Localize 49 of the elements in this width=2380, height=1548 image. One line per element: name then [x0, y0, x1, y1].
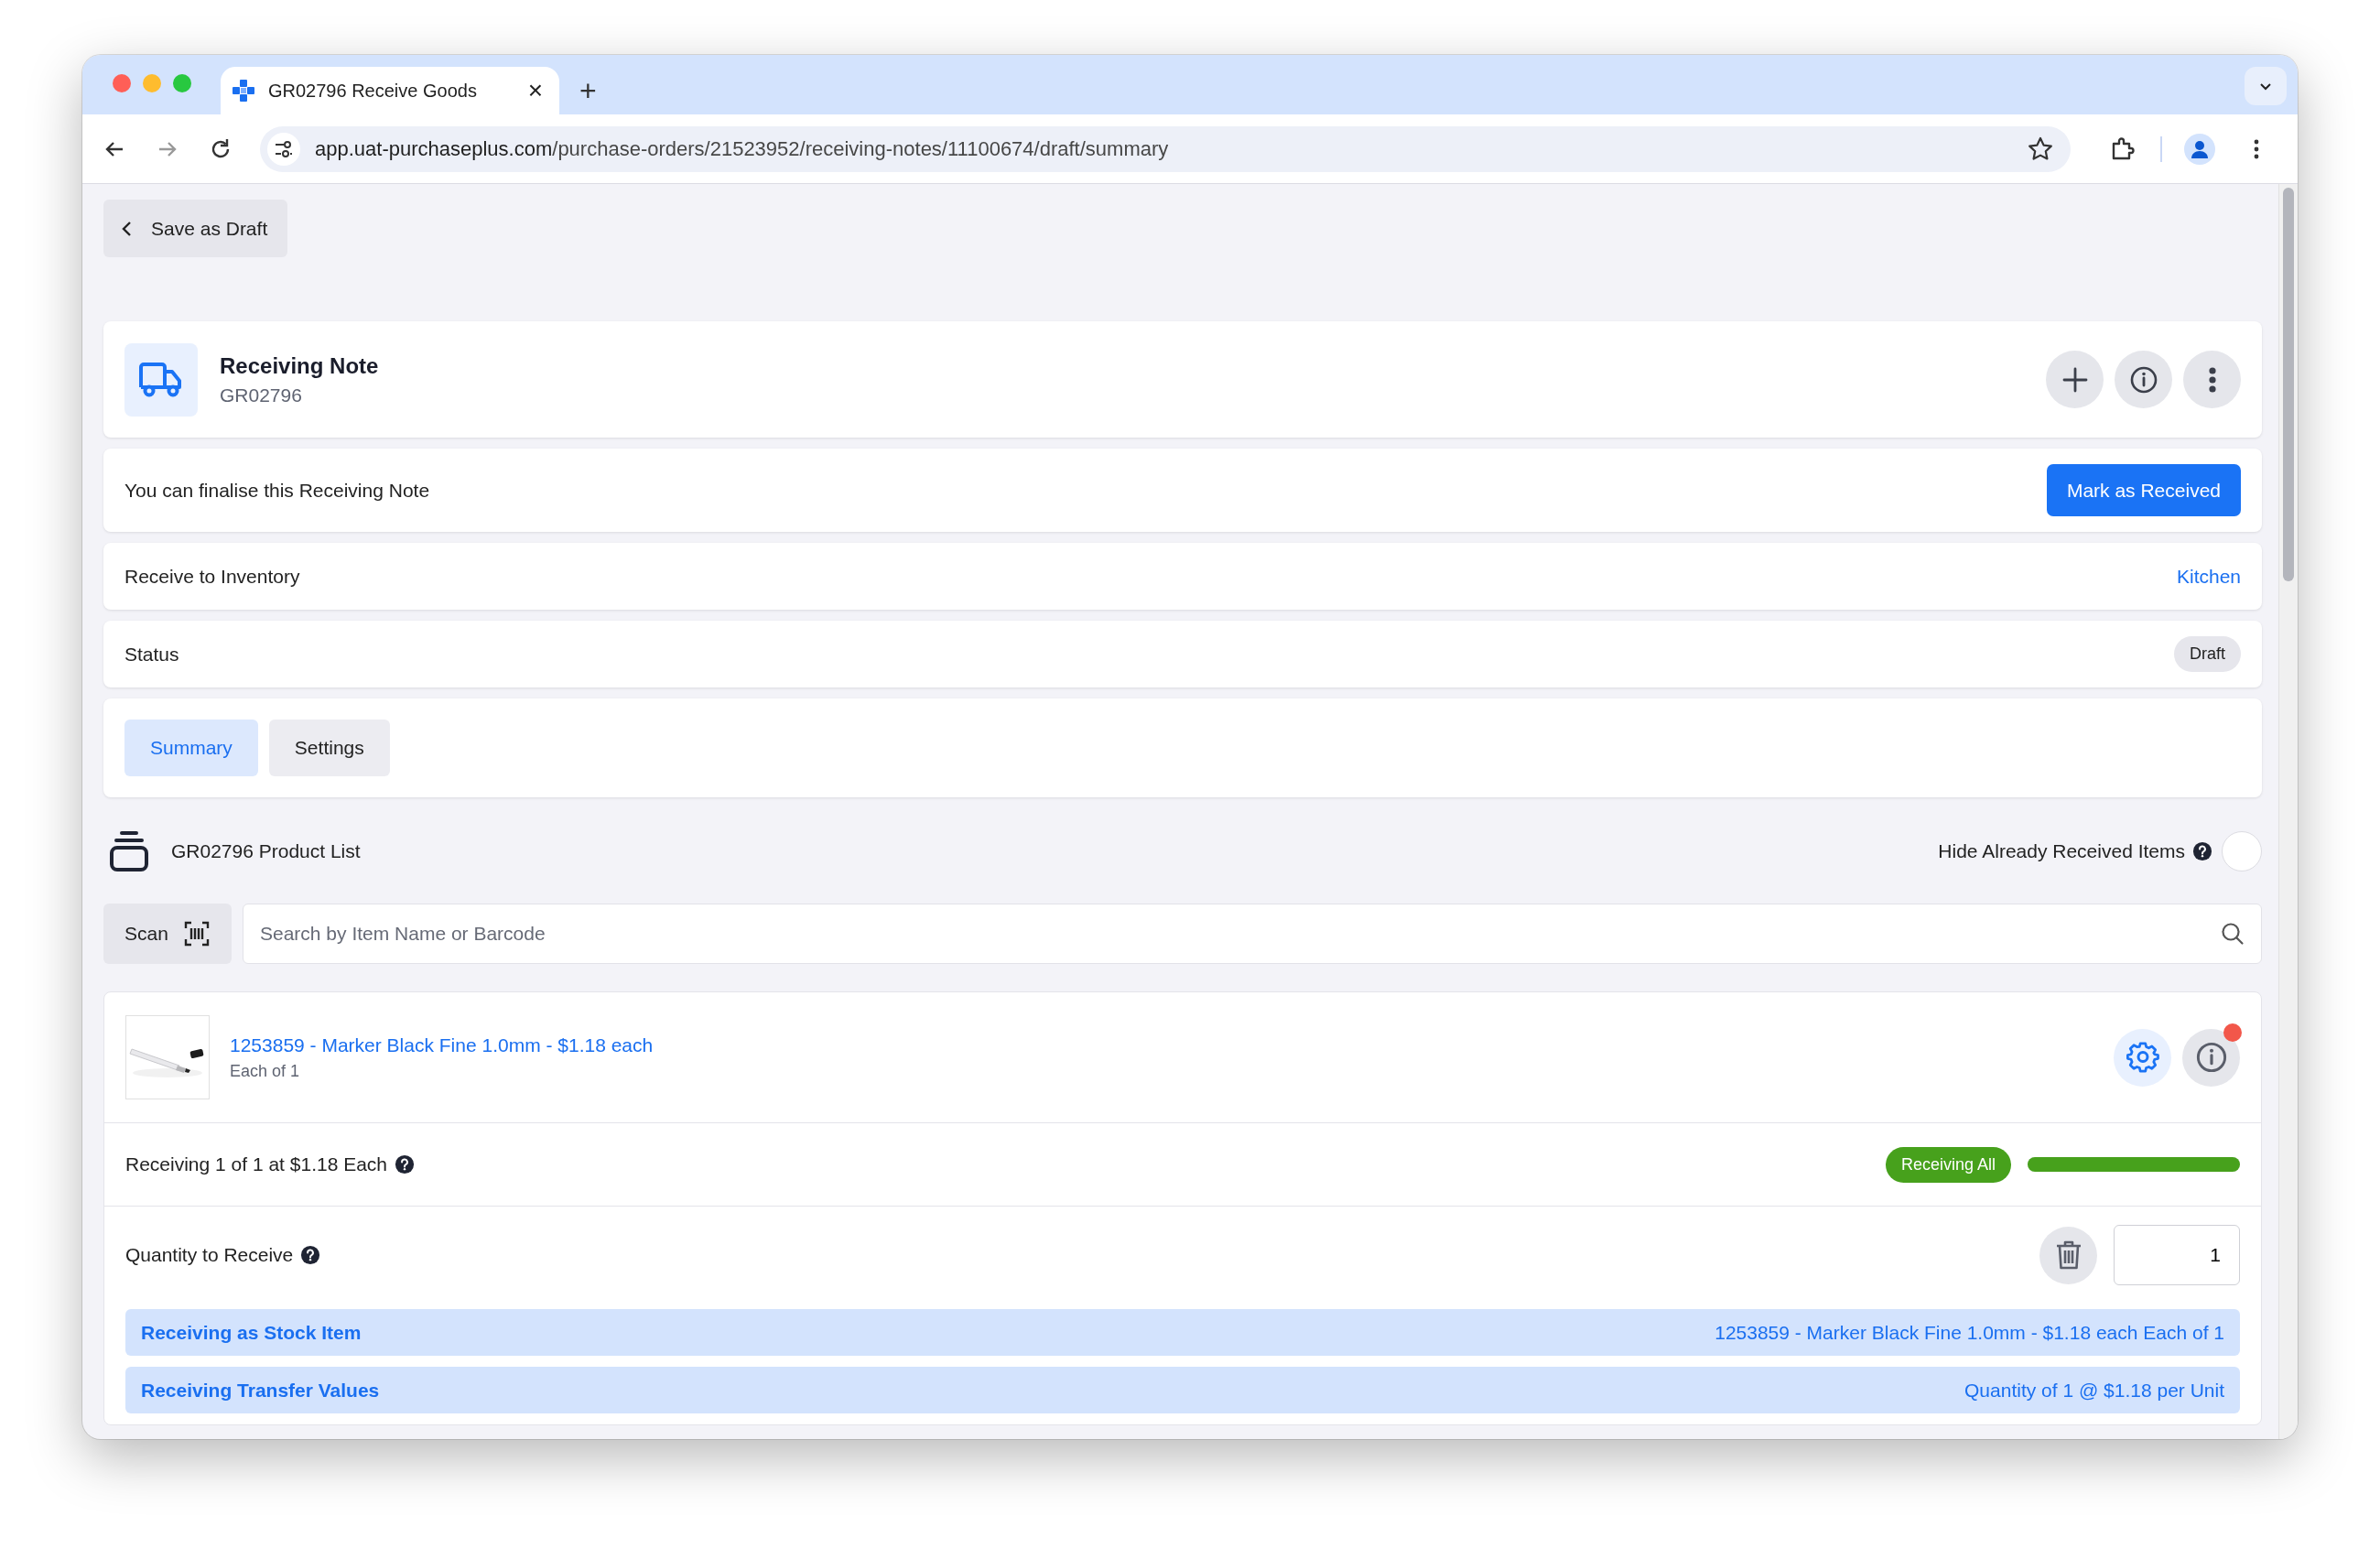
info-banner-value: Quantity of 1 @ $1.18 per Unit [1964, 1379, 2224, 1402]
menu-icon [2208, 365, 2216, 394]
stacked-box-icon [109, 830, 149, 872]
close-tab-button[interactable]: × [527, 78, 543, 103]
url-text: app.uat-purchaseplus.com/purchase-orders/21523952/receiving-notes/11100674/draft/summary [315, 136, 1170, 161]
note-number: GR02796 [220, 384, 303, 406]
page-title: Receiving Note [220, 352, 380, 379]
tab-title: GR02796 Receive Goods [268, 80, 478, 102]
trash-icon [2054, 1239, 2082, 1271]
receiving-status-badge: Receiving All [1885, 1146, 2011, 1183]
person-icon [2190, 138, 2210, 159]
help-icon [2192, 841, 2212, 861]
gear-icon [2126, 1041, 2159, 1074]
hide-received-label: Hide Already Received Items [1938, 840, 2185, 862]
quantity-input[interactable]: 1 [2114, 1225, 2240, 1285]
receiving-summary: Receiving 1 of 1 at $1.18 Each [125, 1153, 388, 1175]
help-icon [300, 1245, 321, 1265]
app-logo-icon [232, 79, 255, 103]
info-banner-value: 1253859 - Marker Black Fine 1.0mm - $1.18 each Each of 1 [1715, 1321, 2224, 1344]
new-tab-button[interactable]: + [579, 76, 597, 105]
unit-text: Each of 1 [230, 1061, 301, 1081]
profile-avatar[interactable] [2184, 133, 2215, 165]
star-icon [2027, 135, 2054, 163]
tab[interactable]: Settings [268, 720, 390, 776]
barcode-scan-icon [182, 920, 211, 947]
scrollbar[interactable] [2278, 184, 2298, 1439]
info-banner-label: Receiving Transfer Values [141, 1379, 380, 1402]
mark-as-received-button[interactable]: Mark as Received [2046, 464, 2241, 516]
product-list-title: GR02796 Product List [171, 840, 362, 862]
toggle-switch[interactable] [2222, 831, 2262, 871]
save-as-draft-button[interactable]: Save as Draft [103, 200, 288, 257]
status-label: Status [124, 643, 179, 666]
quantity-label: Quantity to Receive [125, 1244, 294, 1266]
scrollbar-thumb[interactable] [2283, 188, 2294, 581]
status-badge: Draft [2174, 636, 2241, 672]
tab[interactable]: Summary [124, 720, 258, 776]
help-icon [395, 1154, 416, 1175]
scan-button[interactable]: Scan [103, 904, 232, 964]
search-field[interactable]: Search by Item Name or Barcode [243, 904, 2262, 964]
info-icon [2194, 1041, 2228, 1074]
search-icon[interactable] [2220, 921, 2245, 947]
browser-tab[interactable]: GR02796 Receive Goods × [221, 67, 559, 114]
product-link[interactable]: 1253859 - Marker Black Fine 1.0mm - $1.18 each [230, 1034, 2103, 1056]
inventory-label: Receive to Inventory [124, 565, 300, 588]
info-banner-label: Receiving as Stock Item [141, 1321, 362, 1344]
finalise-message: You can finalise this Receiving Note [124, 479, 430, 502]
address-bar[interactable]: app.uat-purchaseplus.com/purchase-orders/21523952/receiving-notes/11100674/draft/summary [260, 125, 2071, 172]
info-icon [2128, 364, 2158, 395]
inventory-link[interactable]: Kitchen [2176, 565, 2241, 588]
